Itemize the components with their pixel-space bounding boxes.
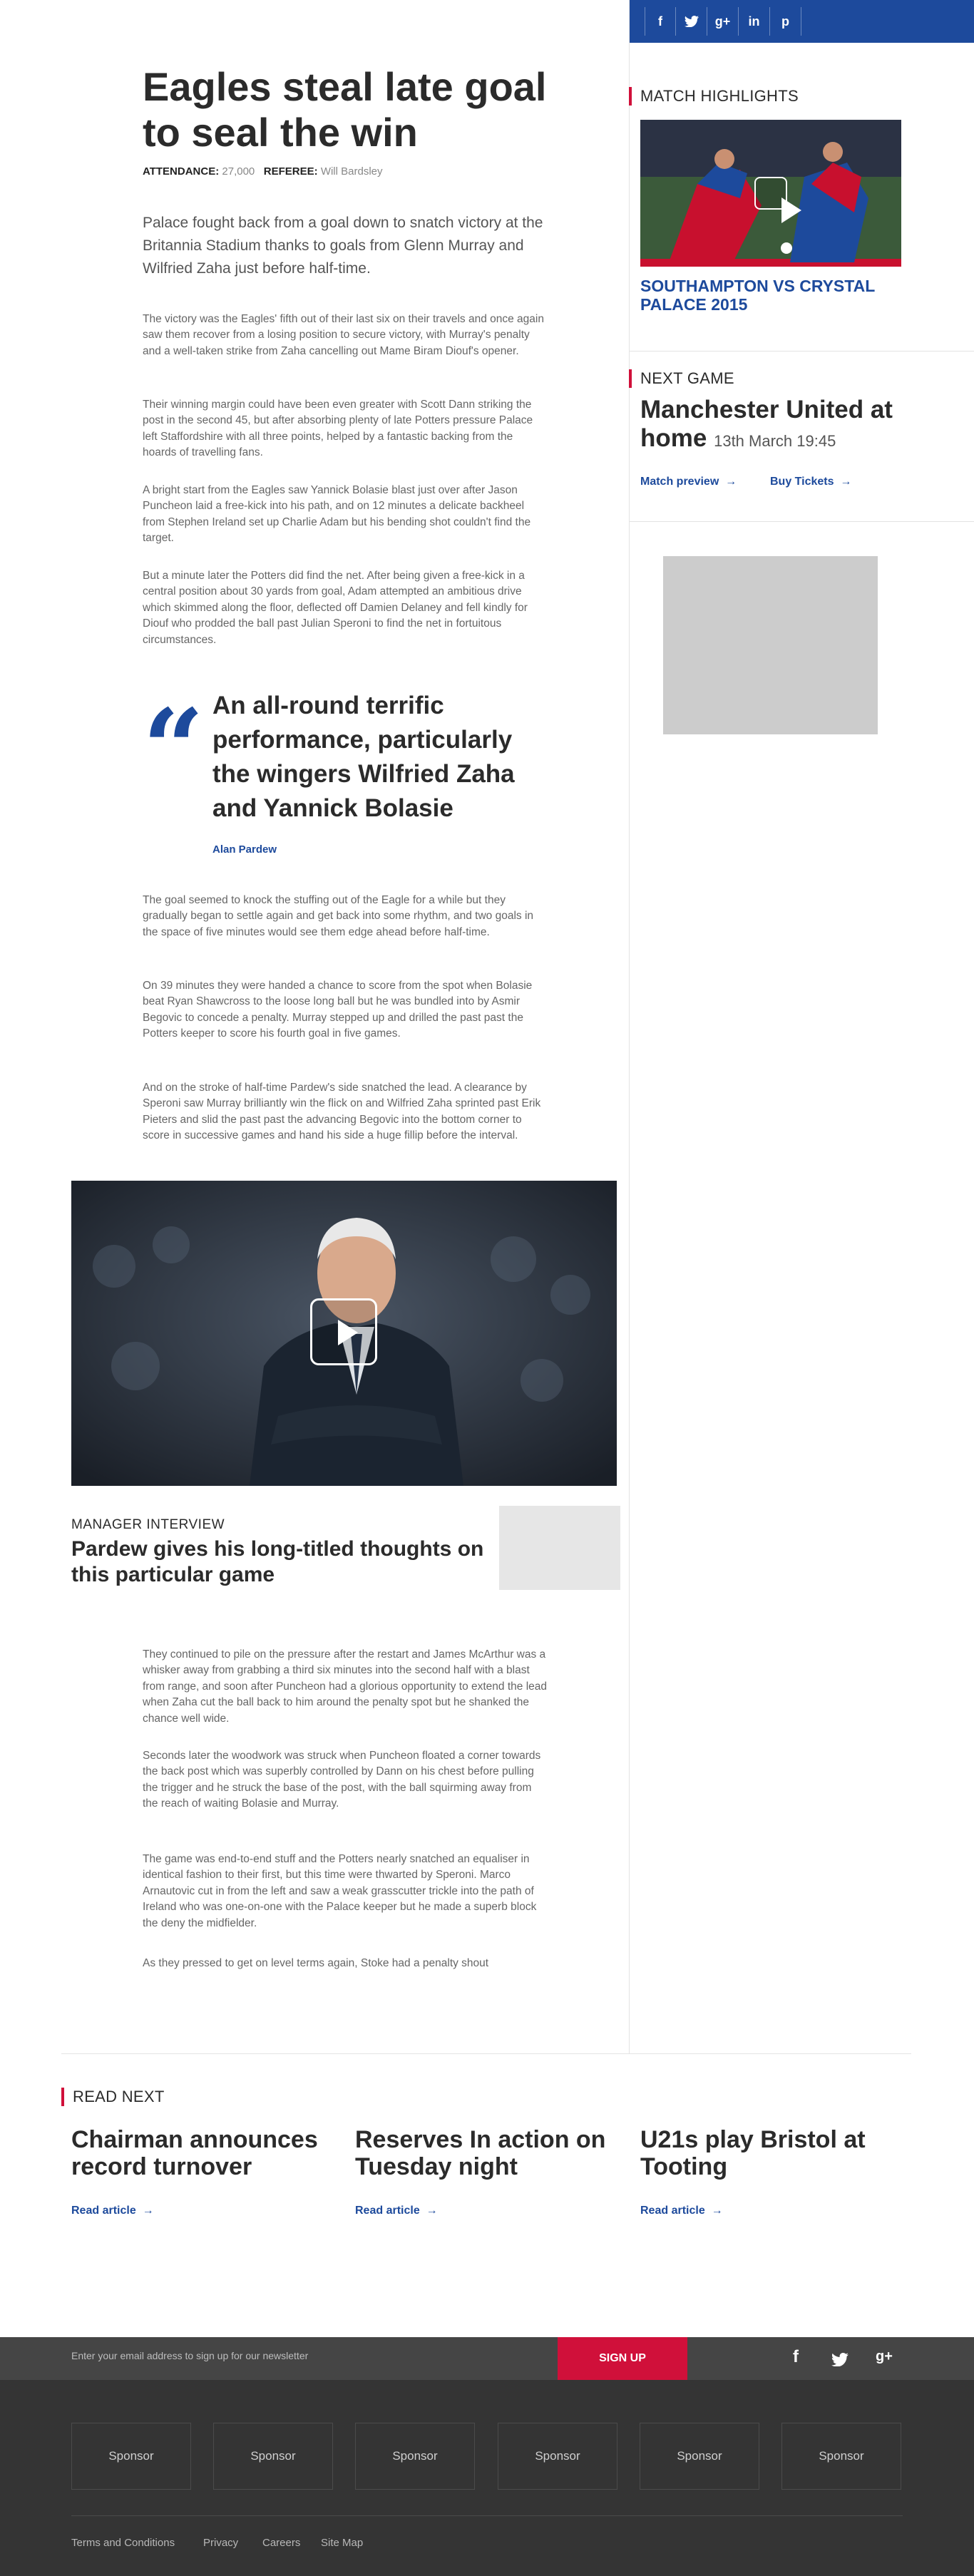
match-preview-label: Match preview	[640, 476, 719, 488]
highlights-title[interactable]: SOUTHAMPTON VS CRYSTAL PALACE 2015	[640, 277, 904, 314]
attendance-value: 27,000	[222, 165, 255, 178]
interview-thumbnail[interactable]	[499, 1506, 620, 1590]
next-game-date: 13th March 19:45	[714, 432, 836, 450]
sponsor-logo[interactable]: Sponsor	[498, 2423, 617, 2490]
match-meta: ATTENDANCE: 27,000 REFEREE: Will Bardsle…	[143, 165, 383, 178]
advert-placeholder[interactable]	[663, 556, 878, 734]
play-icon[interactable]	[754, 177, 801, 223]
article-paragraph: Seconds later the woodwork was struck wh…	[143, 1750, 541, 1810]
highlights-thumbnail[interactable]	[640, 120, 901, 267]
attendance-label: ATTENDANCE:	[143, 165, 220, 178]
footer-link-careers[interactable]: Careers	[262, 2537, 300, 2549]
footer-link-privacy[interactable]: Privacy	[203, 2537, 238, 2549]
facebook-icon[interactable]: f	[645, 7, 676, 36]
twitter-icon[interactable]	[676, 7, 707, 36]
play-icon[interactable]	[310, 1298, 377, 1365]
read-article-link[interactable]: Read article →	[355, 2205, 438, 2217]
arrow-right-icon: →	[836, 476, 852, 488]
buy-tickets-label: Buy Tickets	[770, 476, 834, 488]
read-article-link[interactable]: Read article →	[640, 2205, 723, 2217]
sponsor-logo[interactable]: Sponsor	[781, 2423, 901, 2490]
sponsor-logo[interactable]: Sponsor	[71, 2423, 191, 2490]
article-paragraph: The game was end-to-end stuff and the Po…	[143, 1853, 537, 1929]
footer-divider	[71, 2515, 903, 2516]
social-share-bar: f g+ in p	[629, 0, 974, 43]
facebook-icon[interactable]: f	[793, 2347, 799, 2367]
read-article-label: Read article	[71, 2205, 136, 2217]
match-preview-link[interactable]: Match preview →	[640, 476, 737, 488]
article-paragraph: The goal seemed to knock the stuffing ou…	[143, 894, 534, 938]
arrow-right-icon: →	[722, 476, 737, 488]
linkedin-icon[interactable]: in	[739, 7, 770, 36]
article-intro: Palace fought back from a goal down to s…	[143, 215, 543, 277]
article-paragraph: And on the stroke of half-time Pardew's …	[143, 1082, 541, 1142]
read-next-title[interactable]: Reserves In action on Tuesday night	[355, 2126, 626, 2180]
referee-value: Will Bardsley	[320, 165, 383, 178]
footer-link-terms[interactable]: Terms and Conditions	[71, 2537, 175, 2549]
sponsor-logo[interactable]: Sponsor	[355, 2423, 475, 2490]
pinterest-icon[interactable]: p	[770, 7, 801, 36]
article-paragraph: The victory was the Eagles' fifth out of…	[143, 313, 544, 357]
google-plus-icon[interactable]: g+	[876, 2349, 893, 2365]
footer-link-sitemap[interactable]: Site Map	[321, 2537, 363, 2549]
referee-label: REFEREE:	[263, 165, 318, 178]
section-divider	[61, 2053, 911, 2054]
site-footer: Sponsor Sponsor Sponsor Sponsor Sponsor …	[0, 2380, 974, 2576]
article-headline: Eagles steal late goal to seal the win	[143, 64, 547, 155]
sidebar-divider	[629, 521, 974, 522]
twitter-icon[interactable]	[831, 2351, 849, 2371]
read-next-title[interactable]: Chairman announces record turnover	[71, 2126, 342, 2180]
buy-tickets-link[interactable]: Buy Tickets →	[770, 476, 851, 488]
newsletter-email-input[interactable]: Enter your email address to sign up for …	[71, 2350, 308, 2361]
read-article-link[interactable]: Read article →	[71, 2205, 154, 2217]
quote-author[interactable]: Alan Pardew	[212, 843, 277, 856]
pull-quote: An all-round terrific performance, parti…	[212, 692, 515, 822]
article-paragraph: On 39 minutes they were handed a chance …	[143, 980, 533, 1040]
sponsor-logo[interactable]: Sponsor	[640, 2423, 759, 2490]
article-paragraph: As they pressed to get on level terms ag…	[143, 1957, 489, 1969]
interview-label: MANAGER INTERVIEW	[71, 1517, 225, 1532]
column-divider	[629, 0, 630, 2053]
article-paragraph: They continued to pile on the pressure a…	[143, 1648, 547, 1725]
arrow-right-icon: →	[708, 2205, 723, 2217]
article-paragraph: A bright start from the Eagles saw Yanni…	[143, 484, 531, 545]
article-paragraph: Their winning margin could have been eve…	[143, 399, 533, 459]
arrow-right-icon: →	[139, 2205, 154, 2217]
next-game-heading: Manchester United at home 13th March 19:…	[640, 396, 961, 456]
interview-title[interactable]: Pardew gives his long-titled thoughts on…	[71, 1536, 499, 1588]
read-next-title[interactable]: U21s play Bristol at Tooting	[640, 2126, 911, 2180]
read-next-label: READ NEXT	[61, 2088, 165, 2106]
newsletter-bar: Enter your email address to sign up for …	[0, 2337, 974, 2380]
read-article-label: Read article	[640, 2205, 705, 2217]
manager-video[interactable]	[71, 1181, 617, 1486]
article-paragraph: But a minute later the Potters did find …	[143, 570, 528, 646]
signup-button[interactable]: SIGN UP	[558, 2337, 687, 2380]
read-article-label: Read article	[355, 2205, 420, 2217]
next-game-label: NEXT GAME	[629, 369, 734, 388]
arrow-right-icon: →	[423, 2205, 438, 2217]
sponsor-logo[interactable]: Sponsor	[213, 2423, 333, 2490]
match-highlights-label: MATCH HIGHLIGHTS	[629, 87, 799, 106]
quote-mark-icon: “	[143, 695, 205, 759]
google-plus-icon[interactable]: g+	[707, 7, 739, 36]
